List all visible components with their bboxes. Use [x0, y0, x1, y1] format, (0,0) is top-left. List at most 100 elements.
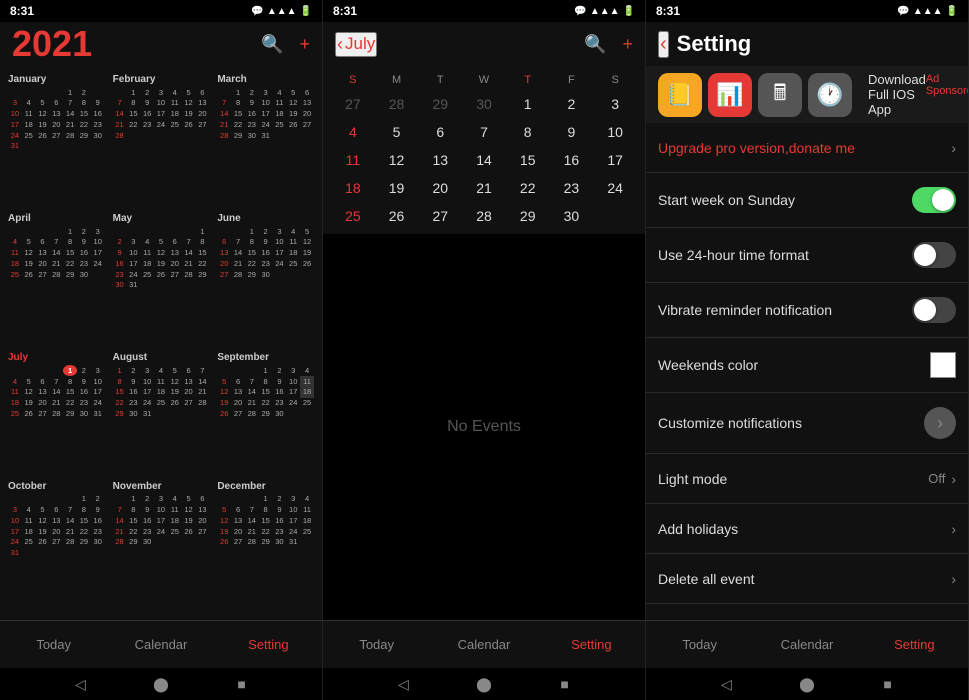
24hour-toggle[interactable] [912, 242, 956, 268]
setting-light-mode-row[interactable]: Light mode Off › [646, 454, 968, 504]
cal-day[interactable]: 21 [462, 174, 506, 202]
bottom-nav-1: Today Calendar Setting [0, 620, 322, 668]
nav-setting-1[interactable]: Setting [215, 621, 322, 668]
cal-day[interactable]: 25 [331, 202, 375, 230]
cal-day[interactable]: 5 [375, 118, 419, 146]
cal-day[interactable]: 2 [550, 90, 594, 118]
setting-upgrade-row[interactable]: Upgrade pro version,donate me › [646, 123, 968, 173]
cal-day[interactable]: 14 [462, 146, 506, 174]
setting-rate-row[interactable]: Rate 5 ★★★★★ › [646, 604, 968, 620]
cal-day[interactable]: 10 [593, 118, 637, 146]
square-nav-2[interactable]: ■ [556, 675, 574, 693]
cal-day[interactable]: 26 [375, 202, 419, 230]
cal-day[interactable]: 9 [550, 118, 594, 146]
search-button-1[interactable]: 🔍 [261, 34, 283, 55]
month-december: December 1234 567891011 12131415161718 1… [213, 477, 318, 616]
setting-weekends-color-row[interactable]: Weekends color [646, 338, 968, 393]
cal-day[interactable]: 8 [506, 118, 550, 146]
header-tue: T [418, 74, 462, 86]
cal-day[interactable]: 13 [418, 146, 462, 174]
toggle-thumb [914, 299, 936, 321]
day-headers: S M T W T F S [331, 70, 637, 90]
cal-day[interactable]: 7 [462, 118, 506, 146]
cal-day[interactable]: 3 [593, 90, 637, 118]
nav-setting-2[interactable]: Setting [538, 621, 645, 668]
cal-day[interactable]: 6 [418, 118, 462, 146]
cal-day[interactable]: 27 [331, 90, 375, 118]
setting-customize-notif-row[interactable]: Customize notifications › [646, 393, 968, 454]
square-nav-3[interactable]: ■ [879, 675, 897, 693]
nav-setting-3[interactable]: Setting [861, 621, 968, 668]
home-nav-3[interactable]: ⬤ [798, 675, 816, 693]
add-button-2[interactable]: + [622, 34, 633, 55]
back-nav-1[interactable]: ◁ [71, 675, 89, 693]
square-nav-1[interactable]: ■ [233, 675, 251, 693]
cal-day[interactable]: 30 [462, 90, 506, 118]
ad-icons: 📒 📊 🖩 🕐 [658, 73, 852, 117]
time-1: 8:31 [10, 4, 34, 18]
nav-calendar-2[interactable]: Calendar [430, 621, 537, 668]
cal-day[interactable]: 28 [375, 90, 419, 118]
cal-day[interactable]: 17 [593, 146, 637, 174]
search-button-2[interactable]: 🔍 [584, 34, 606, 55]
cal-day[interactable]: 20 [418, 174, 462, 202]
battery-icon: 🔋 [300, 6, 312, 17]
cal-day[interactable]: 28 [462, 202, 506, 230]
cal-day[interactable]: 18 [331, 174, 375, 202]
setting-header: ‹ Setting [646, 22, 968, 66]
vibrate-toggle[interactable] [912, 297, 956, 323]
cal-day[interactable]: 19 [375, 174, 419, 202]
cal-day[interactable]: 23 [550, 174, 594, 202]
month-name-april: April [8, 213, 105, 224]
ad-banner[interactable]: 📒 📊 🖩 🕐 Download Full IOS App Ad Sponsor… [646, 66, 968, 123]
month-june: June 12345 6789101112 13141516171819 202… [213, 209, 318, 348]
cal-day[interactable]: 27 [418, 202, 462, 230]
nav-today-1[interactable]: Today [0, 621, 107, 668]
cal-day[interactable]: 15 [506, 146, 550, 174]
setting-add-holidays-row[interactable]: Add holidays › [646, 504, 968, 554]
setting-24hour-row[interactable]: Use 24-hour time format [646, 228, 968, 283]
month-calendar: S M T W T F S 27 28 29 30 1 2 3 4 [323, 66, 645, 234]
cal-day-today[interactable]: 1 [506, 90, 550, 118]
header-wed: W [462, 74, 506, 86]
home-nav-2[interactable]: ⬤ [475, 675, 493, 693]
cal-day[interactable]: 24 [593, 174, 637, 202]
mini-cal-july: 123 45678910 11121314151617 181920212223… [8, 365, 105, 419]
settings-list: Upgrade pro version,donate me › Start we… [646, 123, 968, 620]
cal-day[interactable]: 12 [375, 146, 419, 174]
status-bar-1: 8:31 💬 ▲▲▲ 🔋 [0, 0, 322, 22]
add-button-1[interactable]: + [299, 34, 310, 55]
header-sun: S [331, 74, 375, 86]
nav-calendar-3[interactable]: Calendar [753, 621, 860, 668]
mini-cal-june: 12345 6789101112 13141516171819 20212223… [217, 226, 314, 280]
cal-day[interactable]: 30 [550, 202, 594, 230]
setting-delete-all-row[interactable]: Delete all event › [646, 554, 968, 604]
cal-day[interactable]: 11 [331, 146, 375, 174]
setting-weekends-color-label: Weekends color [658, 357, 930, 373]
cal-day[interactable]: 16 [550, 146, 594, 174]
back-nav-3[interactable]: ◁ [717, 675, 735, 693]
nav-today-3[interactable]: Today [646, 621, 753, 668]
nav-today-2[interactable]: Today [323, 621, 430, 668]
cal-day[interactable]: 29 [506, 202, 550, 230]
cal-day[interactable]: 4 [331, 118, 375, 146]
year-calendar-grid: January 12 3456789 10111213141516 171819… [0, 66, 322, 620]
setting-row-right [912, 242, 956, 268]
home-nav-1[interactable]: ⬤ [152, 675, 170, 693]
nav-calendar-1[interactable]: Calendar [107, 621, 214, 668]
back-button-2[interactable]: ‹ July [335, 32, 377, 57]
month-may: May 1 2345678 9101112131415 161718192021… [109, 209, 214, 348]
weekends-color-swatch[interactable] [930, 352, 956, 378]
cal-day[interactable]: 22 [506, 174, 550, 202]
setting-start-week-row[interactable]: Start week on Sunday [646, 173, 968, 228]
back-button-3[interactable]: ‹ [658, 31, 669, 58]
back-nav-2[interactable]: ◁ [394, 675, 412, 693]
setting-vibrate-row[interactable]: Vibrate reminder notification [646, 283, 968, 338]
month-april: April 123 45678910 11121314151617 181920… [4, 209, 109, 348]
status-bar-3: 8:31 💬 ▲▲▲ 🔋 [646, 0, 968, 22]
signal-icon-2: ▲▲▲ [590, 6, 620, 17]
month-name-december: December [217, 481, 314, 492]
cal-day[interactable]: 29 [418, 90, 462, 118]
setting-add-holidays-label: Add holidays [658, 521, 951, 537]
start-week-toggle[interactable] [912, 187, 956, 213]
